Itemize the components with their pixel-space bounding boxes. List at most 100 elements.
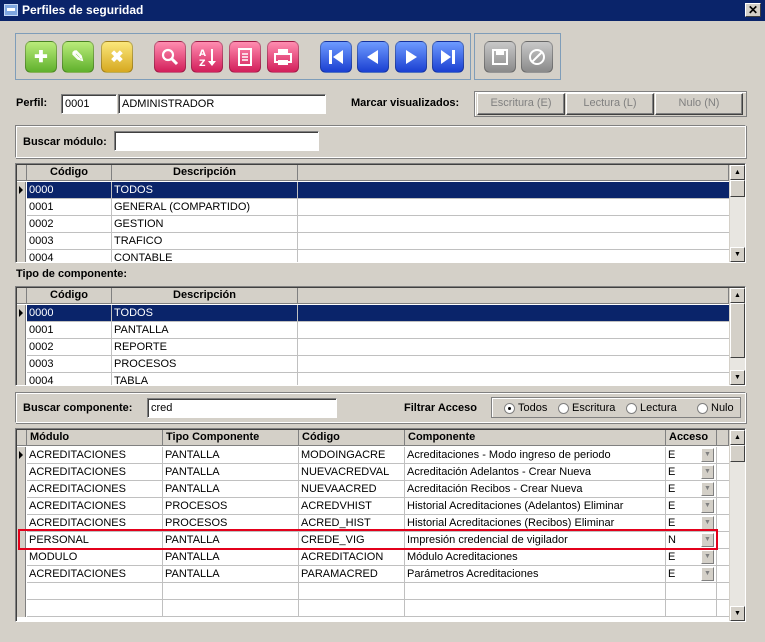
cell-codigo[interactable]: PARAMACRED (299, 566, 405, 582)
row-indicator[interactable] (17, 600, 26, 617)
cell-codigo[interactable]: NUEVACREDVAL (299, 464, 405, 480)
scroll-up-icon[interactable]: ▲ (730, 165, 745, 180)
cell-acceso[interactable]: E ▼ (666, 447, 717, 463)
cell-codigo[interactable]: ACREDITACION (299, 549, 405, 565)
buscar-modulo-input[interactable] (114, 131, 319, 151)
cell-componente[interactable]: Acreditación Adelantos - Crear Nueva (405, 464, 666, 480)
row-indicator[interactable] (17, 305, 26, 322)
modulos-scrollbar[interactable]: ▲ ▼ (729, 165, 745, 262)
cell-componente[interactable]: Historial Acreditaciones (Adelantos) Eli… (405, 498, 666, 514)
radio-todos[interactable]: Todos (504, 401, 547, 415)
cell-modulo[interactable]: ACREDITACIONES (27, 464, 163, 480)
col-modulo[interactable]: Módulo (27, 430, 163, 446)
componente-row[interactable]: PERSONAL PANTALLA CREDE_VIG Impresión crede… (27, 532, 729, 549)
delete-button[interactable]: ✖ (101, 41, 133, 73)
cell-tipo-componente[interactable]: PANTALLA (163, 447, 299, 463)
row-indicator[interactable] (17, 515, 26, 532)
cell-codigo[interactable]: ACREDVHIST (299, 498, 405, 514)
col-descripcion[interactable]: Descripción (112, 288, 298, 304)
scroll-down-icon[interactable]: ▼ (730, 606, 745, 621)
componente-row[interactable]: ACREDITACIONES PANTALLA MODOINGACRE Acredit… (27, 447, 729, 464)
cell-descripcion[interactable]: PANTALLA (112, 322, 298, 338)
row-indicator[interactable] (17, 532, 26, 549)
row-indicator[interactable] (17, 549, 26, 566)
save-button[interactable] (484, 41, 516, 73)
cell-codigo[interactable]: ACRED_HIST (299, 515, 405, 531)
last-record-button[interactable] (432, 41, 464, 73)
row-indicator[interactable] (17, 481, 26, 498)
col-codigo[interactable]: Código (27, 165, 112, 181)
radio-nulo[interactable]: Nulo (697, 401, 734, 415)
col-acceso[interactable]: Acceso (666, 430, 717, 446)
cancel-button[interactable] (521, 41, 553, 73)
scroll-down-icon[interactable]: ▼ (730, 247, 745, 262)
col-tipo-componente[interactable]: Tipo Componente (163, 430, 299, 446)
cell-acceso[interactable]: E ▼ (666, 481, 717, 497)
prev-record-button[interactable] (357, 41, 389, 73)
modulos-row[interactable]: 0002 GESTION (27, 216, 729, 233)
cell-codigo[interactable]: 0004 (27, 373, 112, 385)
cell-componente[interactable]: Módulo Acreditaciones (405, 549, 666, 565)
row-indicator[interactable] (17, 182, 26, 199)
cell-modulo[interactable]: MODULO (27, 549, 163, 565)
componente-row[interactable]: ACREDITACIONES PANTALLA NUEVACREDVAL Acredi… (27, 464, 729, 481)
cell-codigo[interactable]: 0004 (27, 250, 112, 262)
row-indicator[interactable] (17, 216, 26, 233)
lectura-button[interactable]: Lectura (L) (566, 93, 654, 115)
cell-tipo-componente[interactable]: PROCESOS (163, 498, 299, 514)
search-button[interactable] (154, 41, 186, 73)
cell-modulo[interactable]: ACREDITACIONES (27, 566, 163, 582)
col-descripcion[interactable]: Descripción (112, 165, 298, 181)
chevron-down-icon[interactable]: ▼ (701, 567, 714, 581)
col-codigo[interactable]: Código (299, 430, 405, 446)
cell-componente[interactable]: Acreditación Recibos - Crear Nueva (405, 481, 666, 497)
radio-lectura[interactable]: Lectura (626, 401, 677, 415)
cell-tipo-componente[interactable]: PANTALLA (163, 481, 299, 497)
chevron-down-icon[interactable]: ▼ (701, 448, 714, 462)
scroll-thumb[interactable] (730, 303, 745, 358)
cell-componente[interactable]: Impresión credencial de vigilador (405, 532, 666, 548)
buscar-componente-input[interactable]: cred (147, 398, 337, 418)
cell-codigo[interactable]: 0000 (27, 305, 112, 321)
add-button[interactable]: ✚ (25, 41, 57, 73)
cell-descripcion[interactable]: CONTABLE (112, 250, 298, 262)
cell-codigo[interactable]: 0002 (27, 339, 112, 355)
cell-codigo[interactable]: NUEVAACRED (299, 481, 405, 497)
cell-modulo[interactable]: PERSONAL (27, 532, 163, 548)
edit-button[interactable]: ✎ (62, 41, 94, 73)
escritura-button[interactable]: Escritura (E) (477, 93, 565, 115)
cell-componente[interactable]: Historial Acreditaciones (Recibos) Elimi… (405, 515, 666, 531)
row-indicator[interactable] (17, 373, 26, 385)
scroll-up-icon[interactable]: ▲ (730, 430, 745, 445)
chevron-down-icon[interactable]: ▼ (701, 499, 714, 513)
row-indicator[interactable] (17, 583, 26, 600)
next-record-button[interactable] (395, 41, 427, 73)
cell-codigo[interactable]: 0001 (27, 199, 112, 215)
perfil-name-field[interactable]: ADMINISTRADOR (118, 94, 326, 114)
cell-componente[interactable]: Parámetros Acreditaciones (405, 566, 666, 582)
cell-tipo-componente[interactable]: PANTALLA (163, 464, 299, 480)
scroll-thumb[interactable] (730, 445, 745, 462)
row-indicator[interactable] (17, 322, 26, 339)
cell-descripcion[interactable]: GENERAL (COMPARTIDO) (112, 199, 298, 215)
cell-acceso[interactable]: E ▼ (666, 464, 717, 480)
cell-acceso[interactable]: E ▼ (666, 549, 717, 565)
tipo_componente-row[interactable]: 0001 PANTALLA (27, 322, 729, 339)
componente-row[interactable]: MODULO PANTALLA ACREDITACION Módulo Acredit… (27, 549, 729, 566)
tipo_componente-row[interactable]: 0004 TABLA (27, 373, 729, 385)
row-indicator[interactable] (17, 339, 26, 356)
tipo-scrollbar[interactable]: ▲ ▼ (729, 288, 745, 385)
modulos-row[interactable]: 0000 TODOS (27, 182, 729, 199)
cell-descripcion[interactable]: TABLA (112, 373, 298, 385)
cell-acceso[interactable]: E ▼ (666, 566, 717, 582)
chevron-down-icon[interactable]: ▼ (701, 550, 714, 564)
tipo_componente-row[interactable]: 0000 TODOS (27, 305, 729, 322)
row-indicator[interactable] (17, 233, 26, 250)
row-indicator[interactable] (17, 250, 26, 262)
chevron-down-icon[interactable]: ▼ (701, 465, 714, 479)
radio-escritura[interactable]: Escritura (558, 401, 615, 415)
row-indicator[interactable] (17, 566, 26, 583)
first-record-button[interactable] (320, 41, 352, 73)
chevron-down-icon[interactable]: ▼ (701, 533, 714, 547)
cell-codigo[interactable]: 0001 (27, 322, 112, 338)
